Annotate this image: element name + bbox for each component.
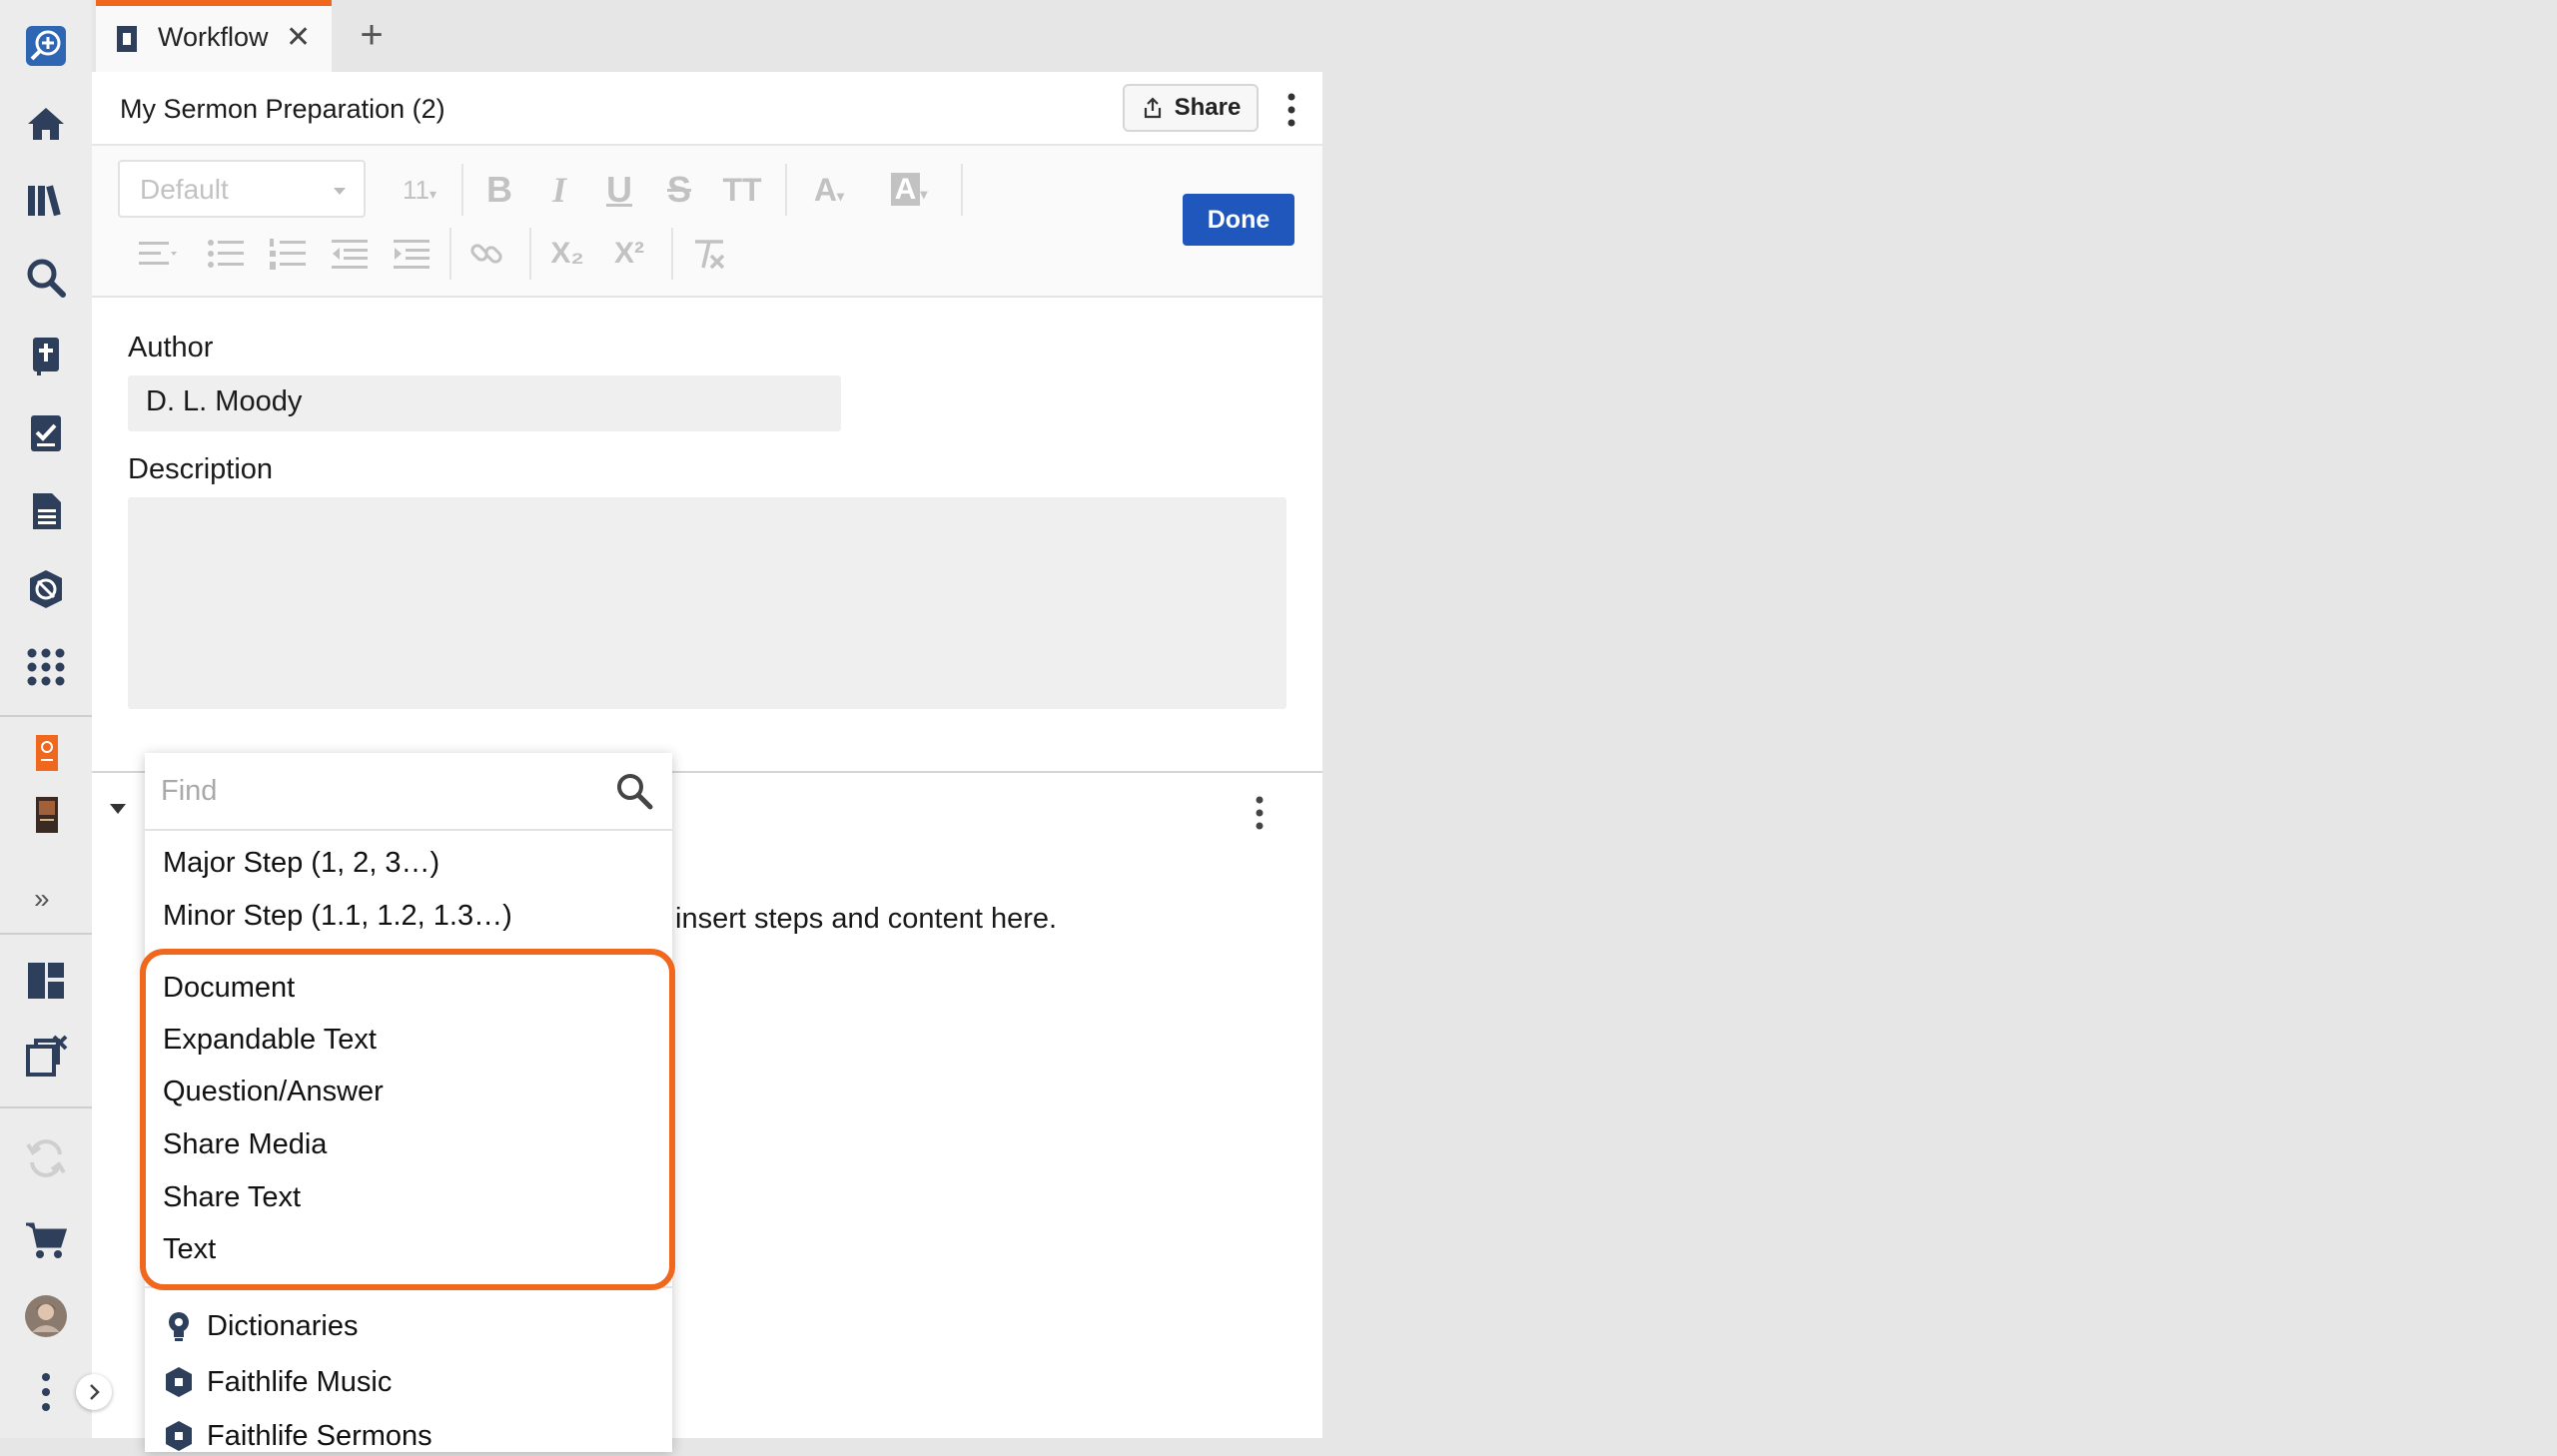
panel-header: My Sermon Preparation (2) Share	[92, 72, 1322, 146]
menu-item-minor-step[interactable]: Minor Step (1.1, 1.2, 1.3…)	[163, 900, 512, 933]
atlas-icon[interactable]	[22, 565, 70, 613]
strikethrough-button[interactable]: S	[657, 166, 701, 214]
share-button[interactable]: Share	[1123, 84, 1259, 132]
bullet-list-button[interactable]	[204, 230, 248, 278]
outdent-icon	[332, 240, 368, 269]
library-icon[interactable]	[22, 176, 70, 224]
font-color-button[interactable]: A▾	[801, 166, 857, 214]
insert-hint-text: insert steps and content here.	[675, 903, 1058, 935]
expand-chevron-icon[interactable]: »	[34, 883, 50, 915]
menu-item-label: Faithlife Music	[207, 1365, 393, 1398]
search-icon[interactable]	[614, 771, 654, 811]
search-add-icon[interactable]	[22, 22, 70, 70]
numbered-list-button[interactable]	[266, 230, 310, 278]
menu-item-faithlife-sermons[interactable]: Faithlife Sermons	[165, 1416, 432, 1456]
tab-label: Workflow	[158, 22, 269, 52]
link-icon	[470, 244, 502, 264]
pinned-resource-book-icon[interactable]	[22, 791, 70, 839]
share-icon	[1144, 97, 1161, 119]
page-title: My Sermon Preparation (2)	[120, 94, 445, 124]
menu-item-major-step[interactable]: Major Step (1, 2, 3…)	[163, 847, 439, 880]
layouts-icon[interactable]	[22, 957, 70, 1005]
share-label: Share	[1174, 94, 1242, 121]
paragraph-style-value: Default	[140, 174, 229, 205]
font-size-select[interactable]: 11▾	[394, 166, 445, 214]
subscript-button[interactable]: X₂	[543, 230, 591, 278]
italic-button[interactable]: I	[537, 166, 581, 214]
bullet-list-icon	[208, 240, 244, 268]
workflow-icon	[117, 26, 137, 52]
clear-formatting-icon	[695, 240, 725, 270]
description-label: Description	[128, 453, 274, 485]
menu-item-label: Dictionaries	[207, 1309, 359, 1342]
author-value: D. L. Moody	[146, 385, 303, 417]
done-button[interactable]: Done	[1183, 194, 1294, 246]
resource-icon	[166, 1367, 192, 1397]
bible-icon[interactable]	[22, 332, 70, 379]
link-button[interactable]	[465, 230, 509, 278]
bold-button[interactable]: B	[477, 166, 521, 214]
outdent-button[interactable]	[328, 230, 372, 278]
sync-icon[interactable]	[22, 1134, 70, 1182]
chevron-down-icon	[334, 188, 346, 195]
cart-icon[interactable]	[22, 1216, 70, 1264]
avatar[interactable]	[22, 1292, 70, 1340]
collapse-arrow-icon[interactable]	[110, 804, 126, 814]
section-menu-icon[interactable]	[1255, 795, 1265, 831]
pinned-resource-orange-icon[interactable]	[22, 729, 70, 777]
chevron-right-icon	[90, 1384, 100, 1400]
formatting-toolbar: Default 11▾ B I U S TT A▾ A ▾ X₂ X² Done	[92, 146, 1322, 298]
superscript-button[interactable]: X²	[605, 230, 653, 278]
search-icon[interactable]	[22, 254, 70, 302]
tab-workflow[interactable]: Workflow ✕	[96, 0, 332, 72]
align-button[interactable]	[128, 230, 186, 278]
resource-icon	[166, 1421, 192, 1451]
document-icon[interactable]	[22, 487, 70, 535]
close-icon[interactable]: ✕	[286, 20, 311, 55]
author-label: Author	[128, 332, 214, 364]
indent-button[interactable]	[390, 230, 433, 278]
add-tab-button[interactable]: +	[352, 10, 392, 60]
more-icon[interactable]	[22, 1368, 70, 1416]
left-nav-rail: »	[0, 0, 92, 1438]
expand-rail-button[interactable]	[76, 1374, 112, 1410]
checklist-icon[interactable]	[22, 409, 70, 457]
find-input[interactable]	[159, 767, 592, 815]
paragraph-style-select[interactable]: Default	[118, 160, 366, 218]
highlight-callout	[140, 949, 675, 1290]
apps-grid-icon[interactable]	[22, 643, 70, 691]
numbered-list-icon	[270, 239, 306, 270]
align-left-icon	[139, 242, 177, 265]
clear-formatting-button[interactable]	[687, 230, 731, 278]
indent-icon	[394, 240, 429, 269]
find-field[interactable]	[145, 753, 672, 831]
text-size-button[interactable]: TT	[717, 166, 767, 214]
menu-item-label: Faithlife Sermons	[207, 1419, 432, 1452]
author-field[interactable]: D. L. Moody	[128, 375, 841, 431]
panel-menu-icon[interactable]	[1286, 92, 1296, 128]
underline-button[interactable]: U	[597, 166, 641, 214]
home-icon[interactable]	[22, 100, 70, 148]
menu-item-dictionaries[interactable]: Dictionaries	[165, 1306, 359, 1346]
menu-item-faithlife-music[interactable]: Faithlife Music	[165, 1362, 392, 1402]
highlight-color-button[interactable]: A ▾	[879, 166, 939, 214]
lightbulb-icon	[169, 1312, 189, 1341]
close-all-panels-icon[interactable]	[22, 1033, 70, 1081]
description-field[interactable]	[128, 497, 1286, 709]
